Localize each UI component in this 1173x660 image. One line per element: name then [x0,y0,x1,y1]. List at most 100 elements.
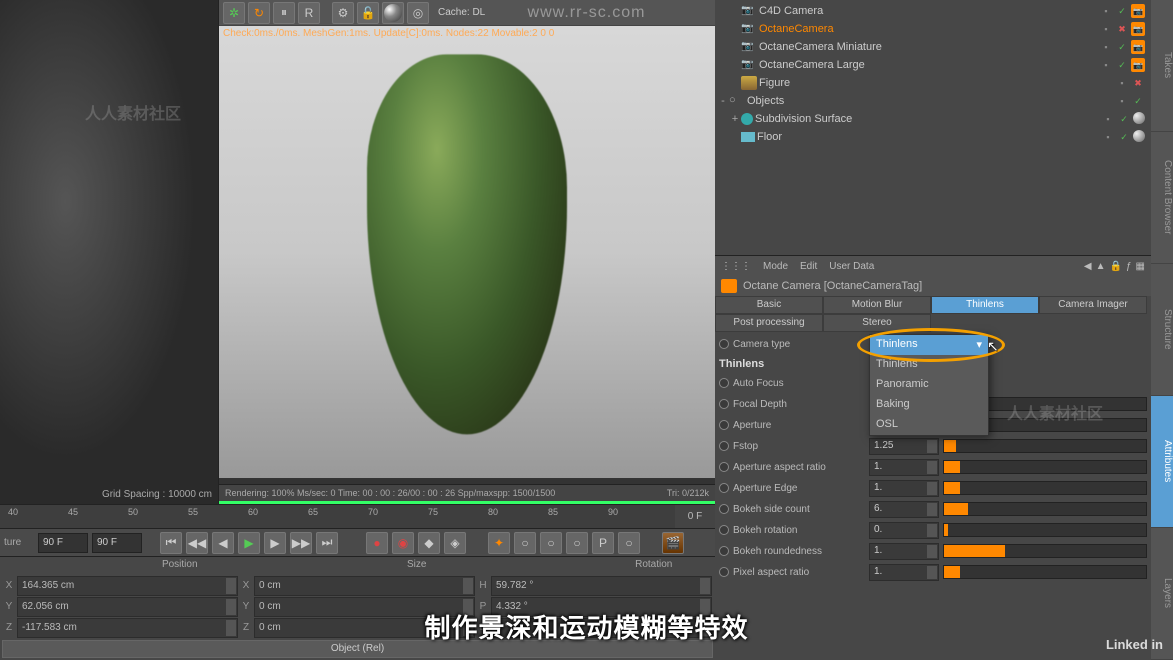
attr-tab[interactable]: Post processing [715,314,823,332]
wireframe-viewport[interactable]: Grid Spacing : 10000 cm [0,0,219,504]
object-manager[interactable]: C4D Camera OctaneCamera ✖ OctaneCamera Mini… [715,0,1151,256]
object-tag-vis[interactable] [1115,94,1129,108]
end-frame-input[interactable] [92,533,142,553]
object-row[interactable]: OctaneCamera Miniature [717,38,1149,56]
record-icon[interactable]: ● [366,532,388,554]
timeline-ruler[interactable]: 4045505560657075808590 [0,505,675,528]
nav-func-icon[interactable]: ƒ [1126,261,1132,272]
object-row[interactable]: C4D Camera [717,2,1149,20]
object-row[interactable]: + Subdivision Surface [717,110,1149,128]
key-mode-icon[interactable]: ✦ [488,532,510,554]
object-tag-vis[interactable] [1101,112,1115,126]
object-tag-vis[interactable] [1099,40,1113,54]
settings-icon[interactable]: ⚙ [332,2,354,24]
attr-tab[interactable]: Camera Imager [1039,296,1147,314]
key-pla-icon[interactable]: ○ [618,532,640,554]
pos-z-input[interactable]: -117.583 cm [17,618,238,638]
object-name[interactable]: Subdivision Surface [755,113,1101,125]
dropdown-selected[interactable]: Thinlens▾ [870,335,988,355]
object-name[interactable]: Floor [757,131,1101,143]
nav-fwd-icon[interactable]: 🔒 [1110,261,1122,272]
param-input[interactable]: 1. [869,459,939,476]
dropdown-opt-thinlens[interactable]: Thinlens [870,355,988,375]
param-slider[interactable] [943,544,1147,558]
object-tag-check[interactable] [1115,4,1129,18]
param-slider[interactable] [943,523,1147,537]
object-name[interactable]: Objects [747,95,1115,107]
restart-icon[interactable]: R [298,2,320,24]
object-row[interactable]: Floor [717,128,1149,146]
param-slider[interactable] [943,460,1147,474]
object-tag-vis[interactable] [1101,130,1115,144]
object-tag-cam[interactable] [1131,22,1145,36]
dropdown-opt-panoramic[interactable]: Panoramic [870,375,988,395]
keyframe-icon[interactable]: ◆ [418,532,440,554]
object-tag-cam[interactable] [1131,58,1145,72]
pause-icon[interactable]: ⏸ [273,2,295,24]
object-tag-vis[interactable] [1115,76,1129,90]
octane-logo-icon[interactable]: ✲ [223,2,245,24]
object-name[interactable]: OctaneCamera Large [759,59,1099,71]
object-tag-sph[interactable] [1133,112,1145,124]
key-rot-icon[interactable]: ○ [566,532,588,554]
object-tag-cam[interactable] [1131,40,1145,54]
side-tab[interactable]: Attributes [1151,396,1173,528]
attr-tab[interactable]: Motion Blur [823,296,931,314]
object-name[interactable]: C4D Camera [759,5,1099,17]
goto-end-icon[interactable]: ⏭ [316,532,338,554]
param-input[interactable]: 1.25 [869,438,939,455]
pos-x-input[interactable]: 164.365 cm [17,576,238,596]
key-param-icon[interactable]: P [592,532,614,554]
menu-userdata[interactable]: User Data [829,261,874,272]
param-slider[interactable] [943,502,1147,516]
param-input[interactable]: 0. [869,522,939,539]
object-row[interactable]: Figure ✖ [717,74,1149,92]
object-tag-check[interactable] [1117,130,1131,144]
menu-edit[interactable]: Edit [800,261,817,272]
object-name[interactable]: OctaneCamera Miniature [759,41,1099,53]
object-row[interactable]: OctaneCamera ✖ [717,20,1149,38]
lock-icon[interactable]: 🔓 [357,2,379,24]
prev-frame-icon[interactable]: ◀ [212,532,234,554]
object-name[interactable]: OctaneCamera [759,23,1099,35]
side-tab[interactable]: Content Browser [1151,132,1173,264]
attr-tab[interactable]: Stereo [823,314,931,332]
nav-back-icon[interactable]: ◀ [1084,261,1092,272]
object-tag-check[interactable] [1117,112,1131,126]
prev-key-icon[interactable]: ◀◀ [186,532,208,554]
nav-menu-icon[interactable]: ▦ [1136,261,1145,272]
object-tag-vis[interactable] [1099,4,1113,18]
object-name[interactable]: Figure [759,77,1115,89]
param-input[interactable]: 1. [869,480,939,497]
size-x-input[interactable]: 0 cm [254,576,475,596]
camera-type-dropdown[interactable]: Thinlens▾ Thinlens Panoramic Baking OSL [869,334,989,436]
param-slider[interactable] [943,481,1147,495]
play-icon[interactable]: ▶ [238,532,260,554]
rot-h-input[interactable]: 59.782 ° [491,576,712,596]
param-input[interactable]: 1. [869,543,939,560]
param-input[interactable]: 6. [869,501,939,518]
object-tag-lock[interactable]: ✖ [1115,22,1129,36]
expand-icon[interactable]: - [717,95,729,107]
autokey-icon[interactable]: ◉ [392,532,414,554]
expand-icon[interactable]: + [729,113,741,125]
menu-mode[interactable]: Mode [763,261,788,272]
goto-start-icon[interactable]: ⏮ [160,532,182,554]
param-slider[interactable] [943,439,1147,453]
object-tag-check[interactable] [1115,58,1129,72]
object-tag-vis[interactable] [1099,22,1113,36]
key-scale-icon[interactable]: ○ [540,532,562,554]
key-options-icon[interactable]: ◈ [444,532,466,554]
object-tag-check[interactable] [1115,40,1129,54]
object-row[interactable]: - Objects [717,92,1149,110]
dropdown-opt-baking[interactable]: Baking [870,395,988,415]
object-tag-cam[interactable] [1131,4,1145,18]
param-input[interactable]: 1. [869,564,939,581]
attr-tab[interactable]: Basic [715,296,823,314]
start-frame-input[interactable] [38,533,88,553]
side-tab[interactable]: Takes [1151,0,1173,132]
clapper-icon[interactable]: 🎬 [662,532,684,554]
object-tag-lock[interactable]: ✖ [1131,76,1145,90]
object-row[interactable]: OctaneCamera Large [717,56,1149,74]
param-slider[interactable] [943,565,1147,579]
